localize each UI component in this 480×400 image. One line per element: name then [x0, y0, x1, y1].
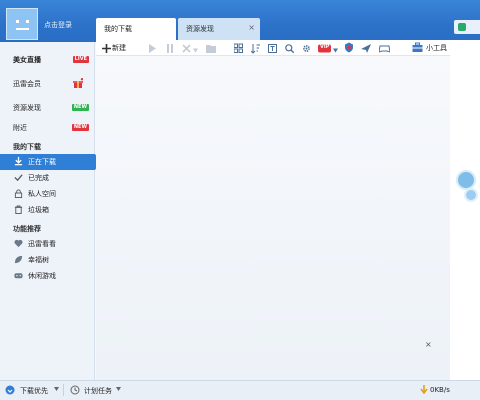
gear-icon[interactable] — [302, 43, 311, 54]
sidebar-item-label: 休闲游戏 — [28, 272, 56, 280]
plane-icon[interactable] — [361, 43, 371, 54]
tab-resource-discovery[interactable]: 资源发现 × — [178, 18, 260, 40]
grid-view-icon[interactable] — [234, 43, 243, 54]
chevron-down-icon[interactable] — [116, 387, 121, 391]
chevron-down-icon[interactable] — [54, 387, 59, 391]
delete-icon[interactable] — [182, 43, 191, 54]
tools-button[interactable]: 小工具 — [426, 43, 447, 53]
new-badge: NEW — [71, 104, 89, 111]
sidebar-item-happy-tree[interactable]: 幸福树 — [0, 252, 95, 268]
title-bar: 点击登录 我的下载 资源发现 × — [0, 0, 480, 42]
text-box-icon[interactable] — [268, 43, 277, 54]
close-icon[interactable]: × — [425, 340, 432, 349]
tab-close-icon[interactable]: × — [248, 23, 255, 32]
clock-icon[interactable] — [70, 385, 80, 395]
task-list-area: × — [96, 56, 450, 380]
sidebar-item-completed[interactable]: 已完成 — [0, 170, 95, 186]
avatar[interactable] — [6, 8, 38, 40]
sidebar-item-label: 迅雷会员 — [13, 80, 41, 88]
search-icon[interactable] — [285, 43, 294, 54]
play-icon[interactable] — [148, 43, 156, 54]
floating-widget-icon[interactable] — [456, 170, 476, 190]
vip-label: VIP — [320, 44, 330, 50]
lock-icon — [14, 189, 23, 198]
avatar-eye-icon — [26, 20, 29, 23]
section-recommend: 功能推荐 — [13, 225, 41, 233]
app-icon — [458, 23, 466, 31]
sidebar-item-label: 附近 — [13, 124, 27, 132]
tab-label: 我的下载 — [104, 25, 132, 33]
login-link[interactable]: 点击登录 — [44, 20, 72, 30]
sidebar-item-label: 幸福树 — [28, 256, 49, 264]
section-my-downloads: 我的下载 — [13, 143, 41, 151]
sidebar-item-label: 正在下载 — [28, 158, 56, 166]
tab-label: 资源发现 — [186, 25, 214, 33]
download-speed-icon — [420, 385, 428, 395]
sidebar-item-live[interactable]: 美女直播 LIVE — [0, 52, 95, 68]
right-panel — [450, 40, 480, 380]
chevron-down-icon[interactable] — [333, 45, 338, 56]
sidebar: 美女直播 LIVE 迅雷会员 资源发现 NEW 附近 NEW 我的下载 正在下载… — [0, 42, 101, 380]
sidebar-item-label: 资源发现 — [13, 104, 41, 112]
download-panel: 新建 VIP 小工具 × — [96, 40, 450, 380]
plus-icon[interactable] — [102, 43, 111, 54]
new-task-button[interactable]: 新建 — [112, 43, 126, 53]
chevron-down-icon[interactable] — [193, 45, 198, 56]
sidebar-item-downloading[interactable]: 正在下载 — [0, 154, 101, 170]
sidebar-item-label: 美女直播 — [13, 56, 41, 64]
tab-my-downloads[interactable]: 我的下载 — [96, 18, 176, 40]
avatar-eye-icon — [16, 20, 19, 23]
scheduled-task-button[interactable]: 计划任务 — [84, 386, 112, 396]
sidebar-item-label: 私人空间 — [28, 190, 56, 198]
download-priority-icon[interactable] — [5, 385, 15, 395]
new-badge: NEW — [71, 124, 89, 131]
download-priority-button[interactable]: 下载优先 — [20, 386, 48, 396]
gamepad-icon — [14, 273, 23, 279]
trash-icon — [14, 205, 23, 214]
gamepad-icon[interactable] — [379, 43, 390, 54]
sidebar-item-private[interactable]: 私人空间 — [0, 186, 95, 202]
folder-icon[interactable] — [206, 43, 216, 54]
download-speed: 0KB/s — [430, 386, 450, 394]
toolbar: 新建 VIP 小工具 — [96, 40, 450, 56]
avatar-mouth-icon — [16, 28, 29, 30]
status-bar: 下载优先 计划任务 0KB/s — [0, 380, 480, 400]
shield-icon[interactable] — [344, 42, 354, 53]
sidebar-item-label: 迅雷看看 — [28, 240, 56, 248]
sidebar-item-discovery[interactable]: 资源发现 NEW — [0, 100, 95, 116]
sidebar-item-label: 已完成 — [28, 174, 49, 182]
check-icon — [14, 174, 23, 182]
heart-icon — [14, 239, 23, 248]
floating-widget-icon[interactable] — [464, 188, 478, 202]
sidebar-item-vip[interactable]: 迅雷会员 — [0, 76, 95, 92]
sidebar-item-label: 垃圾箱 — [28, 206, 49, 214]
sort-icon[interactable] — [251, 43, 260, 54]
sidebar-item-trash[interactable]: 垃圾箱 — [0, 202, 95, 218]
toolbox-icon[interactable] — [412, 42, 423, 53]
leaf-icon — [14, 255, 23, 264]
pause-icon[interactable] — [166, 43, 174, 54]
sidebar-item-kankan[interactable]: 迅雷看看 — [0, 236, 95, 252]
live-badge: LIVE — [72, 56, 89, 63]
sidebar-item-nearby[interactable]: 附近 NEW — [0, 120, 95, 136]
gift-icon — [73, 78, 83, 88]
sidebar-item-games[interactable]: 休闲游戏 — [0, 268, 95, 284]
download-icon — [14, 157, 23, 166]
right-panel-toggle[interactable] — [454, 20, 480, 34]
divider — [63, 384, 64, 396]
